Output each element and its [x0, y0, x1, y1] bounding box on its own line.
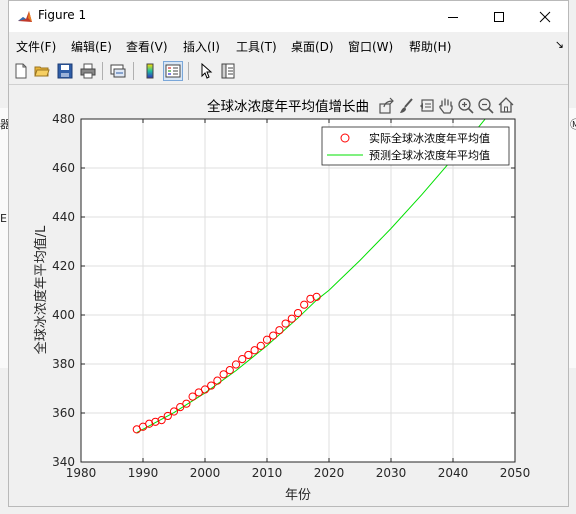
matlab-icon [17, 9, 33, 29]
menu-edit[interactable]: 编辑(E) [71, 38, 112, 55]
y-tick-label: 440 [52, 210, 75, 224]
x-tick-label: 2050 [500, 466, 531, 480]
y-axis-label: 全球冰浓度年平均值/L [33, 225, 49, 354]
insert-colorbar-icon[interactable] [140, 61, 160, 81]
toolbar-separator [102, 62, 103, 80]
y-tick-label: 360 [52, 406, 75, 420]
axes-toolbar [377, 95, 521, 117]
menu-file[interactable]: 文件(F) [16, 38, 56, 55]
maximize-button[interactable] [476, 1, 522, 32]
insert-legend-icon[interactable] [163, 61, 183, 81]
background-window-left [0, 108, 8, 368]
background-text-fragment: E [0, 212, 7, 225]
close-button[interactable] [522, 1, 568, 32]
open-file-icon[interactable] [32, 61, 52, 81]
x-tick-label: 1990 [128, 466, 159, 480]
menu-window[interactable]: 窗口(W) [348, 38, 393, 55]
edit-plot-icon[interactable] [196, 61, 216, 81]
y-tick-label: 480 [52, 112, 75, 126]
x-tick-label: 2030 [376, 466, 407, 480]
x-tick-label: 2020 [314, 466, 345, 480]
y-tick-label: 460 [52, 161, 75, 175]
window-title: Figure 1 [38, 8, 87, 22]
menu-desktop[interactable]: 桌面(D) [291, 38, 334, 55]
y-tick-label: 380 [52, 357, 75, 371]
figure-canvas: 1980 1990 2000 2010 2020 2030 2040 2050 340 360 3… [9, 85, 568, 506]
print-icon[interactable] [78, 61, 98, 81]
legend[interactable]: 实际全球冰浓度年平均值 预测全球冰浓度年平均值 [321, 126, 510, 166]
axes-background [81, 119, 515, 462]
y-tick-label: 420 [52, 259, 75, 273]
y-tick-label: 340 [52, 455, 75, 469]
menu-help[interactable]: 帮助(H) [409, 38, 451, 55]
property-inspector-icon[interactable] [218, 61, 238, 81]
x-tick-label: 2010 [252, 466, 283, 480]
toolbar [9, 58, 568, 85]
toolbar-separator [133, 62, 134, 80]
x-tick-label: 2040 [438, 466, 469, 480]
menu-view[interactable]: 查看(V) [126, 38, 168, 55]
legend-label-predicted: 预测全球冰浓度年平均值 [369, 148, 490, 162]
menu-overflow-icon[interactable]: ↘ [555, 38, 564, 51]
legend-label-actual: 实际全球冰浓度年平均值 [369, 131, 490, 145]
new-figure-icon[interactable] [11, 61, 31, 81]
plot-svg[interactable]: 1980 1990 2000 2010 2020 2030 2040 2050 3403603… [9, 85, 568, 506]
background-text-fragment: Ⓜ [570, 118, 576, 131]
x-axis-label: 年份 [285, 488, 311, 503]
title-bar[interactable]: Figure 1 [9, 1, 568, 32]
minimize-button[interactable] [430, 1, 476, 32]
save-icon[interactable] [55, 61, 75, 81]
menu-insert[interactable]: 插入(I) [183, 38, 220, 55]
x-tick-label: 2000 [190, 466, 221, 480]
figure-window: Figure 1 文件(F) 编辑(E) 查看(V) 插入(I) 工具(T) 桌… [8, 0, 569, 507]
chart-title: 全球冰浓度年平均值增长曲 [207, 98, 369, 115]
menu-tools[interactable]: 工具(T) [236, 38, 277, 55]
link-plot-icon[interactable] [108, 61, 128, 81]
toolbar-separator [188, 62, 189, 80]
menu-bar: 文件(F) 编辑(E) 查看(V) 插入(I) 工具(T) 桌面(D) 窗口(W… [9, 32, 568, 57]
background-window-right [569, 108, 576, 368]
y-tick-label: 400 [52, 308, 75, 322]
